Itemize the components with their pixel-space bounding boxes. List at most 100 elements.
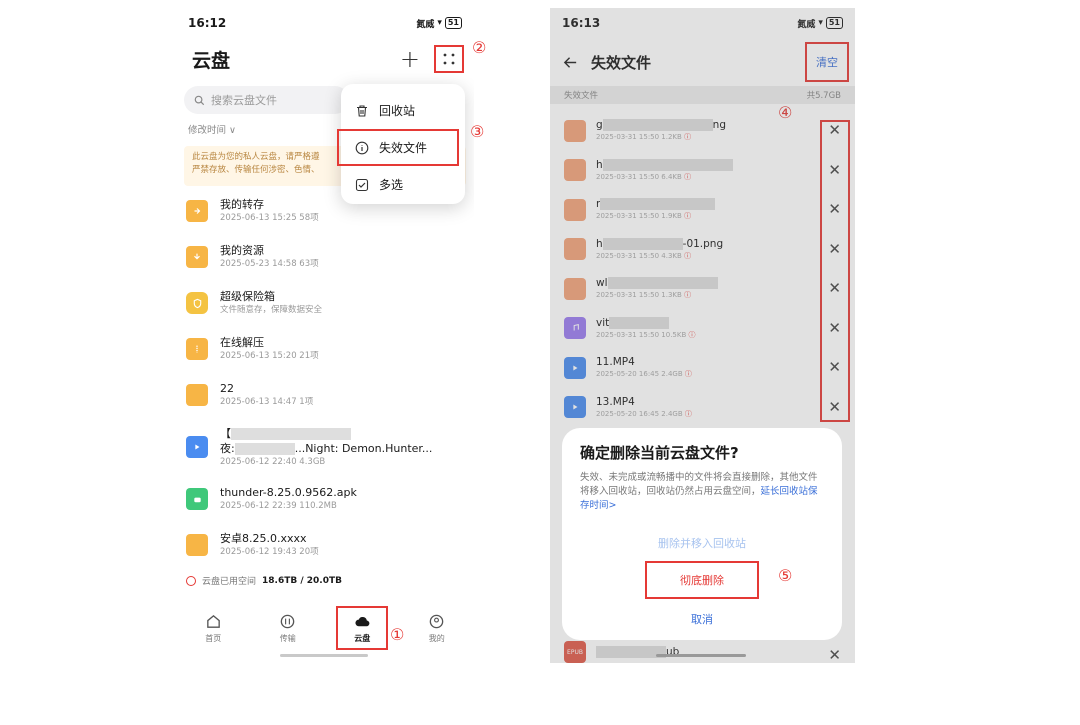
file-name: 安卓8.25.0.xxxx — [220, 532, 307, 545]
list-item[interactable]: wl 2025-03-31 15:50 1.3KB ⓘ ✕ — [550, 269, 855, 309]
status-time: 16:12 — [188, 16, 227, 30]
file-meta: 2025-06-12 22:39 110.2MB — [220, 501, 337, 511]
grid-dots-icon — [443, 53, 455, 65]
list-item[interactable]: vit 2025-03-31 15:50 10.5KB ⓘ ✕ — [550, 309, 855, 349]
file-name: r — [596, 197, 716, 211]
menu-item-recycle-bin[interactable]: 回收站 — [341, 92, 465, 129]
list-item[interactable]: 【 夜: ...Night: Demon.Hunter... 2025-06-12… — [176, 418, 474, 476]
list-item[interactable]: 13.MP4 2025-05-20 16:45 2.4GB ⓘ ✕ — [550, 388, 855, 428]
add-button[interactable]: + — [400, 47, 420, 71]
blurred-text — [231, 427, 351, 440]
menu-item-multi-select[interactable]: 多选 — [341, 166, 465, 203]
remove-buttons-highlight — [820, 120, 850, 422]
list-item[interactable]: thunder-8.25.0.9562.apk 2025-06-12 22:39… — [176, 476, 474, 522]
file-name: 我的转存 — [220, 198, 264, 211]
dialog-description: 失效、未完成或流畅播中的文件将会直接删除，其他文件将移入回收站，回收站仍然占用云… — [580, 472, 818, 511]
nav-label: 云盘 — [354, 633, 371, 643]
storage-usage[interactable]: 云盘已用空间 18.6TB / 20.0TB — [186, 574, 342, 587]
file-meta: 2025-03-31 15:50 1.9KB ⓘ — [596, 212, 692, 221]
file-meta: 2025-05-20 16:45 2.4GB ⓘ — [596, 409, 692, 418]
file-name: 11.MP4 — [596, 356, 635, 369]
list-item[interactable]: h 2025-03-31 15:50 6.4KB ⓘ ✕ — [550, 151, 855, 191]
apk-file-icon — [186, 488, 208, 510]
file-name: 13.MP4 — [596, 395, 635, 408]
file-name-line2: 夜: ...Night: Demon.Hunter... — [220, 441, 432, 456]
remove-icon[interactable]: ✕ — [828, 646, 841, 663]
file-name: 22 — [220, 382, 234, 395]
list-item[interactable]: r 2025-03-31 15:50 1.9KB ⓘ ✕ — [550, 190, 855, 230]
file-name: 【 — [220, 426, 432, 441]
nav-label: 首页 — [205, 633, 222, 643]
folder-icon — [186, 200, 208, 222]
nav-item-home[interactable]: 首页 — [187, 606, 239, 650]
file-name: 我的资源 — [220, 244, 264, 257]
delete-confirm-dialog: 确定删除当前云盘文件? 失效、未完成或流畅播中的文件将会直接删除，其他文件将移入… — [562, 428, 842, 640]
image-file-icon — [564, 159, 586, 182]
more-menu-button[interactable] — [434, 45, 464, 73]
file-meta: 文件随意存，保障数据安全 — [220, 305, 323, 315]
nav-item-cloud-drive[interactable]: 云盘 — [336, 606, 389, 650]
home-indicator — [656, 654, 746, 657]
annotation-4: ④ — [778, 103, 793, 122]
profile-icon — [429, 614, 444, 628]
checkbox-icon — [355, 178, 369, 191]
signal-icon: 氮威 — [416, 19, 435, 30]
video-file-icon — [564, 396, 586, 419]
file-name: 超级保险箱 — [220, 290, 275, 303]
nav-item-transfer[interactable]: 传输 — [262, 606, 314, 650]
menu-label: 多选 — [379, 178, 404, 192]
folder-icon — [186, 534, 208, 556]
file-name: vit — [596, 316, 696, 330]
cancel-button[interactable]: 取消 — [580, 611, 824, 627]
menu-label: 回收站 — [379, 104, 416, 118]
summary-label: 失效文件 — [564, 91, 599, 101]
right-phone-screen: 16:13 氮威 ▾ 51 失效文件 清空 失效文件 共5.7GB g ng 20… — [550, 8, 855, 663]
list-item[interactable]: 11.MP4 2025-05-20 16:45 2.4GB ⓘ ✕ — [550, 348, 855, 388]
list-item[interactable]: 安卓8.25.0.xxxx 2025-06-12 19:43 20项 — [176, 522, 474, 568]
list-item[interactable]: 22 2025-06-13 14:47 1项 — [176, 372, 474, 418]
clear-all-button[interactable]: 清空 — [805, 42, 849, 82]
signal-icon: 氮威 — [797, 19, 816, 30]
list-item[interactable]: 在线解压 2025-06-13 15:20 21项 — [176, 326, 474, 372]
blurred-text — [234, 442, 295, 455]
delete-to-recycle-button[interactable]: 删除并移入回收站 — [580, 535, 824, 551]
sort-dropdown[interactable]: 修改时间 ∨ — [188, 122, 236, 136]
transfer-icon — [280, 614, 295, 628]
file-meta: 2025-03-31 15:50 4.3KB ⓘ — [596, 251, 692, 260]
file-meta: 2025-05-20 16:45 2.4GB ⓘ — [596, 370, 692, 379]
image-file-icon — [564, 277, 586, 300]
app-header: 失效文件 清空 — [562, 42, 849, 82]
battery-icon: 51 — [825, 17, 843, 29]
page-title: 失效文件 — [591, 53, 652, 72]
file-name: g ng — [596, 119, 726, 132]
list-item[interactable]: g ng 2025-03-31 15:50 1.2KB ⓘ ✕ — [550, 111, 855, 151]
annotation-5: ⑤ — [778, 566, 793, 585]
permanent-delete-button[interactable]: 彻底删除 — [645, 561, 759, 599]
file-name-line2-end: ...Night: Demon.Hunter... — [294, 441, 433, 455]
back-arrow-icon[interactable] — [562, 54, 579, 71]
file-list: 我的转存 2025-06-13 15:25 58项 我的资源 2025-05-2… — [176, 188, 474, 568]
bottom-nav: 首页 传输 云盘 我的 — [176, 606, 474, 650]
nav-item-profile[interactable]: 我的 — [411, 606, 463, 650]
image-file-icon — [564, 198, 586, 221]
list-item[interactable]: 我的资源 2025-05-23 14:58 63项 — [176, 234, 474, 280]
info-icon — [355, 141, 369, 154]
nav-label: 我的 — [428, 633, 445, 643]
status-icons: 氮威 ▾ 51 — [797, 17, 843, 30]
storage-label: 云盘已用空间 — [202, 577, 257, 587]
list-item[interactable]: EPUB ub ✕ — [550, 640, 855, 663]
home-indicator — [280, 654, 368, 657]
wifi-icon: ▾ — [437, 18, 442, 28]
search-input[interactable]: 搜索云盘文件 — [184, 86, 349, 114]
music-file-icon — [564, 317, 586, 340]
file-meta: 2025-03-31 15:50 10.5KB ⓘ — [596, 330, 696, 339]
cloud-icon — [355, 616, 370, 626]
list-item[interactable]: h -01.png 2025-03-31 15:50 4.3KB ⓘ ✕ — [550, 230, 855, 270]
status-bar: 16:12 氮威 ▾ 51 — [176, 8, 474, 38]
home-icon — [206, 614, 220, 628]
menu-item-invalid-files[interactable]: 失效文件 — [337, 129, 459, 166]
list-item[interactable]: 超级保险箱 文件随意存，保障数据安全 — [176, 280, 474, 326]
image-file-icon — [564, 238, 586, 261]
app-header: 云盘 + — [192, 42, 464, 76]
file-meta: 2025-05-23 14:58 63项 — [220, 259, 319, 269]
